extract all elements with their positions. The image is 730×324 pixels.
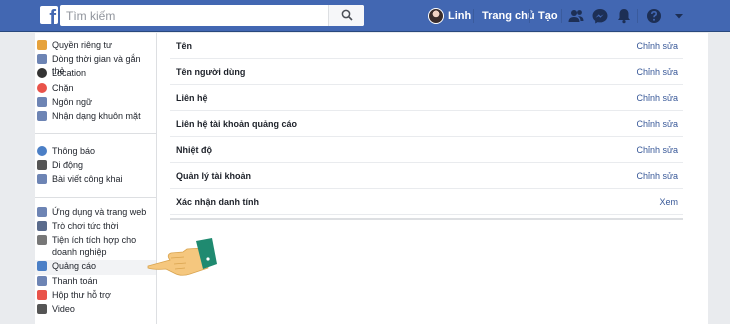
sidebar-item[interactable]: Chặn xyxy=(35,82,156,96)
messenger-icon[interactable] xyxy=(591,7,609,25)
settings-row[interactable]: Quản lý tài khoản Chỉnh sửa xyxy=(170,163,683,189)
nav-divider xyxy=(529,9,530,23)
sidebar-divider xyxy=(35,197,156,198)
sidebar-item-label: Tiện ích tích hợp cho doanh nghiệp xyxy=(52,235,137,258)
edit-link[interactable]: Chỉnh sửa xyxy=(636,41,678,51)
edit-link[interactable]: Chỉnh sửa xyxy=(636,119,678,129)
sidebar-item[interactable]: Ngôn ngữ xyxy=(35,96,156,110)
facebook-logo-icon[interactable]: f xyxy=(40,6,58,24)
sidebar-item-label: Trò chơi tức thời xyxy=(52,221,119,232)
sidebar-item-label: Thông báo xyxy=(52,146,96,156)
sidebar-item-label: Chặn xyxy=(52,82,74,93)
profile-name[interactable]: Linh xyxy=(448,10,471,22)
view-link[interactable]: Xem xyxy=(659,197,678,207)
support-inbox-icon xyxy=(37,289,47,300)
sidebar-item[interactable]: Dòng thời gian và gắn thẻ xyxy=(35,53,156,76)
language-icon xyxy=(37,96,47,107)
dropdown-caret-icon[interactable] xyxy=(670,7,688,25)
sidebar-group-privacy: Quyền riêng tư Dòng thời gian và gắn thẻ L… xyxy=(35,39,156,124)
sidebar-group-apps: Ứng dụng và trang web Trò chơi tức thời Ti… xyxy=(35,206,156,317)
settings-row[interactable]: Nhiệt độ Chỉnh sửa xyxy=(170,137,683,163)
sidebar-item[interactable]: Hộp thư hỗ trợ xyxy=(35,289,156,303)
settings-row-label: Tên người dùng xyxy=(176,67,246,77)
settings-row-label: Liên hệ xyxy=(176,93,208,103)
rss-icon xyxy=(37,174,47,185)
general-settings-panel: Tên Chỉnh sửa Tên người dùng Chỉnh sửa Liên … xyxy=(157,33,708,324)
nav-divider xyxy=(473,9,474,23)
face-recognition-icon xyxy=(37,110,47,121)
block-icon xyxy=(37,82,47,93)
help-icon[interactable] xyxy=(645,7,663,25)
sidebar-item[interactable]: Tiện ích tích hợp cho doanh nghiệp xyxy=(35,234,156,260)
settings-row[interactable]: Liên hệ tài khoản quảng cáo Chỉnh sửa xyxy=(170,111,683,137)
sidebar-item[interactable]: Ứng dụng và trang web xyxy=(35,206,156,220)
search-button[interactable] xyxy=(328,5,364,26)
nav-divider xyxy=(637,9,638,23)
settings-row[interactable]: Tên người dùng Chỉnh sửa xyxy=(170,59,683,85)
top-navigation-bar: f Linh Trang chủ Tạo xyxy=(0,0,730,32)
settings-row[interactable]: Tên Chỉnh sửa xyxy=(170,33,683,59)
location-icon xyxy=(37,68,47,79)
timeline-icon xyxy=(37,54,47,65)
sidebar-item-label: Thanh toán xyxy=(52,275,98,286)
avatar xyxy=(428,8,444,24)
lock-icon xyxy=(37,40,47,50)
edit-link[interactable]: Chỉnh sửa xyxy=(636,171,678,181)
search-box xyxy=(60,5,364,26)
home-link[interactable]: Trang chủ xyxy=(482,10,535,22)
sidebar-item-label: Hộp thư hỗ trợ xyxy=(52,289,111,300)
sidebar-divider xyxy=(35,133,156,134)
globe-icon xyxy=(37,146,47,156)
settings-row-label: Quản lý tài khoản xyxy=(176,171,252,181)
logo-letter: f xyxy=(49,7,56,24)
sidebar-item[interactable]: Di động xyxy=(35,159,156,173)
sidebar-item-label: Nhận dạng khuôn mặt xyxy=(52,110,141,121)
sidebar-item[interactable]: Bài viết công khai xyxy=(35,173,156,187)
create-link[interactable]: Tạo xyxy=(538,10,558,22)
settings-row-label: Nhiệt độ xyxy=(176,145,212,155)
edit-link[interactable]: Chỉnh sửa xyxy=(636,93,678,103)
sidebar-item-label: Video xyxy=(52,303,75,314)
settings-row-label: Liên hệ tài khoản quảng cáo xyxy=(176,119,298,129)
business-integrations-icon xyxy=(37,235,47,246)
sidebar-item[interactable]: Nhận dạng khuôn mặt xyxy=(35,110,156,124)
search-icon xyxy=(341,9,353,21)
sidebar-item[interactable]: Quảng cáo xyxy=(35,260,156,275)
mobile-icon xyxy=(37,160,47,171)
ads-icon xyxy=(37,261,47,272)
pointing-hand-icon xyxy=(147,238,217,276)
nav-divider xyxy=(561,9,562,23)
edit-link[interactable]: Chỉnh sửa xyxy=(636,145,678,155)
sidebar-item-label: Location xyxy=(52,68,87,79)
search-input[interactable] xyxy=(60,5,330,26)
sidebar-group-notifications: Thông báo Di động Bài viết công khai xyxy=(35,145,156,188)
sidebar-item[interactable]: Thông báo xyxy=(35,145,156,159)
sidebar-item[interactable]: Thanh toán xyxy=(35,275,156,289)
sidebar-item[interactable]: Video xyxy=(35,303,156,317)
settings-row[interactable]: Liên hệ Chỉnh sửa xyxy=(170,85,683,111)
settings-row-label: Tên xyxy=(176,41,193,51)
profile-link[interactable] xyxy=(428,7,444,25)
notifications-icon[interactable] xyxy=(615,7,633,25)
friends-icon[interactable] xyxy=(567,7,585,25)
sidebar-item-label: Di động xyxy=(52,160,84,171)
edit-link[interactable]: Chỉnh sửa xyxy=(636,67,678,77)
payments-icon xyxy=(37,275,47,286)
sidebar-item-label: Quyền riêng tư xyxy=(52,40,113,50)
sidebar-item-label: Quảng cáo xyxy=(52,261,97,272)
sidebar-item[interactable]: Location xyxy=(35,67,156,81)
sidebar-item[interactable]: Trò chơi tức thời xyxy=(35,220,156,234)
sidebar-item[interactable]: Quyền riêng tư xyxy=(35,39,156,53)
panel-bottom-border xyxy=(170,218,683,220)
sidebar-item-label: Ngôn ngữ xyxy=(52,96,93,107)
apps-icon xyxy=(37,207,47,217)
sidebar-item-label: Bài viết công khai xyxy=(52,174,123,185)
video-icon xyxy=(37,303,47,314)
games-icon xyxy=(37,221,47,232)
settings-sidebar: Quyền riêng tư Dòng thời gian và gắn thẻ L… xyxy=(35,33,157,324)
settings-row[interactable]: Xác nhận danh tính Xem xyxy=(170,189,683,215)
settings-row-label: Xác nhận danh tính xyxy=(176,197,260,207)
settings-list: Tên Chỉnh sửa Tên người dùng Chỉnh sửa Liên … xyxy=(170,33,683,215)
sidebar-item-label: Ứng dụng và trang web xyxy=(52,207,147,217)
